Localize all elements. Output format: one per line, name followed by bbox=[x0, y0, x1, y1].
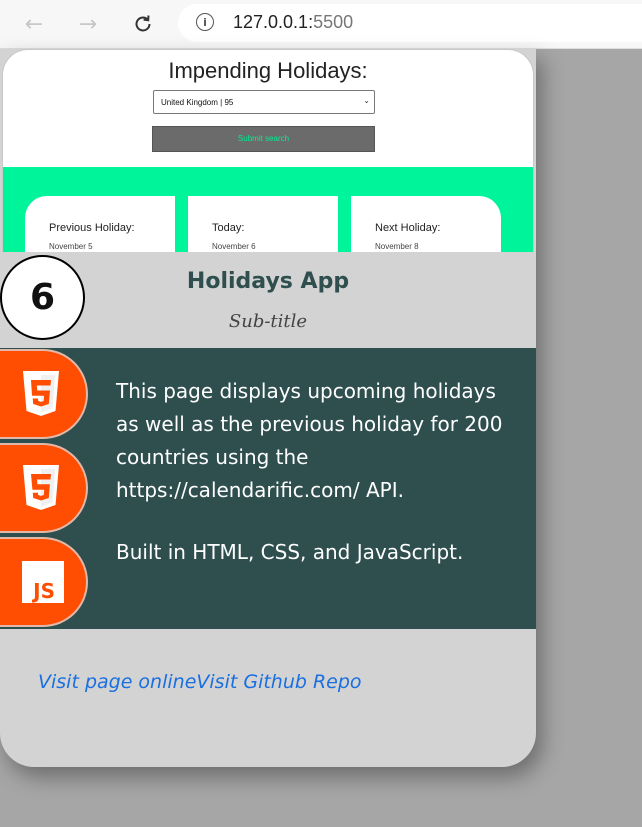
css3-icon bbox=[23, 465, 59, 510]
tech-badge-js: JS bbox=[0, 537, 88, 627]
project-title: Holidays App bbox=[186, 269, 350, 294]
project-preview-screenshot: Impending Holidays: United Kingdom | 95 … bbox=[2, 49, 534, 252]
project-subtitle: Sub-title bbox=[228, 311, 308, 332]
previous-holiday-card: Previous Holiday: November 5 bbox=[25, 196, 175, 252]
address-bar[interactable]: i 127.0.0.1:5500 bbox=[178, 4, 642, 42]
country-select: United Kingdom | 95 ⌄ bbox=[153, 90, 375, 114]
html5-icon bbox=[23, 371, 59, 416]
today-card: Today: November 6 bbox=[188, 196, 338, 252]
project-card: Impending Holidays: United Kingdom | 95 … bbox=[0, 49, 536, 767]
description-paragraph: Built in HTML, CSS, and JavaScript. bbox=[116, 540, 464, 564]
url-text: 127.0.0.1:5500 bbox=[233, 12, 354, 32]
back-arrow-icon[interactable]: ← bbox=[20, 10, 48, 38]
forward-arrow-icon[interactable]: → bbox=[74, 10, 102, 38]
tech-badge-css bbox=[0, 443, 88, 533]
project-description: This page displays upcoming holidays as … bbox=[116, 375, 516, 569]
preview-title: Impending Holidays: bbox=[168, 58, 368, 83]
project-links: Visit page onlineVisit Github Repo bbox=[38, 671, 362, 693]
github-repo-link[interactable]: Visit Github Repo bbox=[196, 671, 361, 693]
next-holiday-card: Next Holiday: November 8 bbox=[351, 196, 501, 252]
browser-toolbar: ← → i 127.0.0.1:5500 bbox=[0, 0, 642, 49]
visit-page-link[interactable]: Visit page online bbox=[38, 671, 196, 693]
info-icon[interactable]: i bbox=[196, 13, 214, 31]
reload-icon[interactable] bbox=[129, 10, 157, 38]
description-paragraph: This page displays upcoming holidays as … bbox=[116, 379, 503, 502]
chevron-down-icon: ⌄ bbox=[363, 96, 370, 105]
tech-badge-html bbox=[0, 349, 88, 439]
svg-text:JS: JS bbox=[31, 579, 55, 603]
submit-search-button: Submit search bbox=[152, 126, 375, 152]
javascript-icon: JS bbox=[22, 561, 64, 603]
